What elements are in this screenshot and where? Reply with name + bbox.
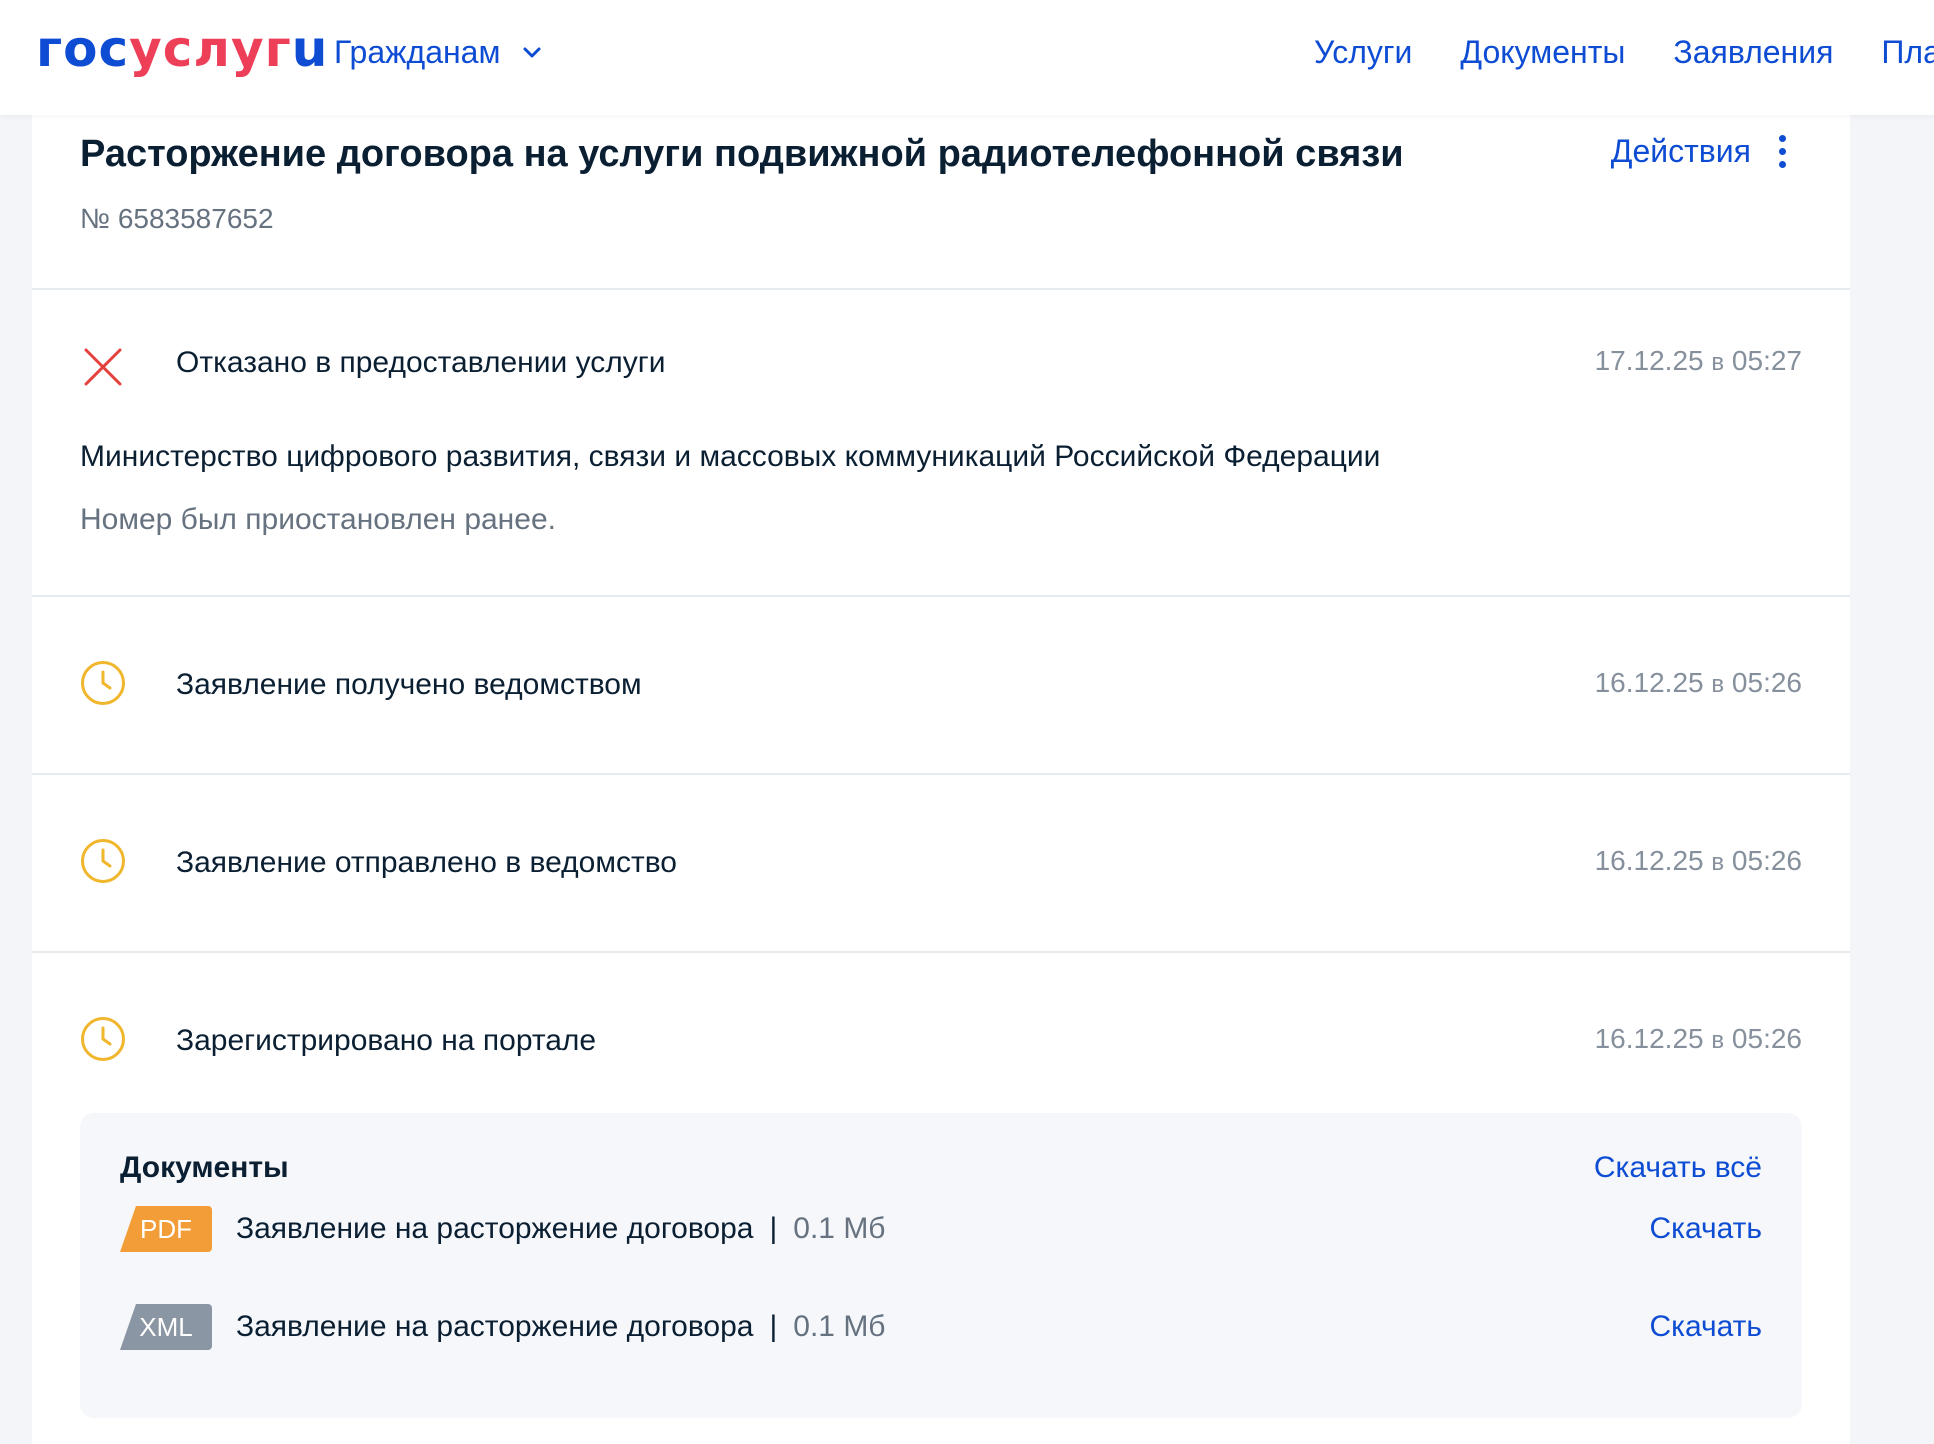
clock-icon bbox=[81, 661, 125, 705]
application-card: Расторжение договора на услуги подвижной… bbox=[32, 115, 1850, 1444]
status-comment: Номер был приостановлен ранее. bbox=[80, 503, 556, 536]
audience-label: Гражданам bbox=[334, 34, 501, 70]
status-date: 16.12.25 в 05:26 bbox=[1594, 845, 1802, 876]
pdf-file-icon: PDF bbox=[120, 1206, 212, 1252]
cross-icon bbox=[84, 348, 122, 386]
document-size: 0.1 Мб bbox=[793, 1310, 886, 1343]
xml-file-icon: XML bbox=[120, 1304, 212, 1350]
separator: | bbox=[769, 1212, 778, 1245]
nav-link-applications[interactable]: Заявления bbox=[1673, 34, 1833, 71]
kebab-menu-icon bbox=[1779, 135, 1786, 168]
document-item: XML Заявление на расторжение договора | … bbox=[120, 1303, 1762, 1351]
status-text: Заявление отправлено в ведомство bbox=[176, 846, 677, 879]
chevron-down-icon bbox=[523, 47, 541, 57]
documents-title: Документы bbox=[120, 1151, 289, 1184]
actions-menu-button[interactable]: Действия bbox=[1611, 133, 1786, 170]
nav-link-services[interactable]: Услуги bbox=[1314, 34, 1412, 71]
clock-icon bbox=[81, 1017, 125, 1061]
gosuslugi-logo[interactable]: госуслугu bbox=[36, 20, 328, 78]
status-date: 17.12.25 в 05:27 bbox=[1594, 345, 1802, 376]
divider bbox=[32, 951, 1850, 953]
nav-link-payments[interactable]: Пла bbox=[1881, 34, 1934, 71]
status-text: Заявление получено ведомством bbox=[176, 668, 642, 701]
document-item: PDF Заявление на расторжение договора | … bbox=[120, 1205, 1762, 1253]
status-date: 16.12.25 в 05:26 bbox=[1594, 667, 1802, 698]
site-header: госуслугu Гражданам Услуги Документы Зая… bbox=[0, 0, 1934, 115]
status-organization: Министерство цифрового развития, связи и… bbox=[80, 440, 1381, 473]
download-link[interactable]: Скачать bbox=[1650, 1310, 1763, 1344]
clock-icon bbox=[81, 839, 125, 883]
document-name: Заявление на расторжение договора bbox=[236, 1212, 754, 1245]
divider bbox=[32, 288, 1850, 290]
documents-panel: Документы Скачать всё PDF Заявление на р… bbox=[80, 1113, 1802, 1418]
separator: | bbox=[769, 1310, 778, 1343]
application-number: № 6583587652 bbox=[80, 203, 274, 234]
top-navigation: Услуги Документы Заявления Пла bbox=[1314, 34, 1934, 71]
download-link[interactable]: Скачать bbox=[1650, 1212, 1763, 1246]
divider bbox=[32, 773, 1850, 775]
page-title: Расторжение договора на услуги подвижной… bbox=[80, 133, 1404, 175]
download-all-link[interactable]: Скачать всё bbox=[1594, 1151, 1762, 1185]
document-size: 0.1 Мб bbox=[793, 1212, 886, 1245]
status-date: 16.12.25 в 05:26 bbox=[1594, 1023, 1802, 1054]
divider bbox=[32, 595, 1850, 597]
audience-dropdown[interactable]: Гражданам bbox=[334, 34, 542, 71]
nav-link-documents[interactable]: Документы bbox=[1460, 34, 1625, 71]
actions-label: Действия bbox=[1610, 133, 1751, 169]
status-text: Зарегистрировано на портале bbox=[176, 1024, 597, 1057]
document-name: Заявление на расторжение договора bbox=[236, 1310, 754, 1343]
status-text: Отказано в предоставлении услуги bbox=[176, 346, 666, 379]
